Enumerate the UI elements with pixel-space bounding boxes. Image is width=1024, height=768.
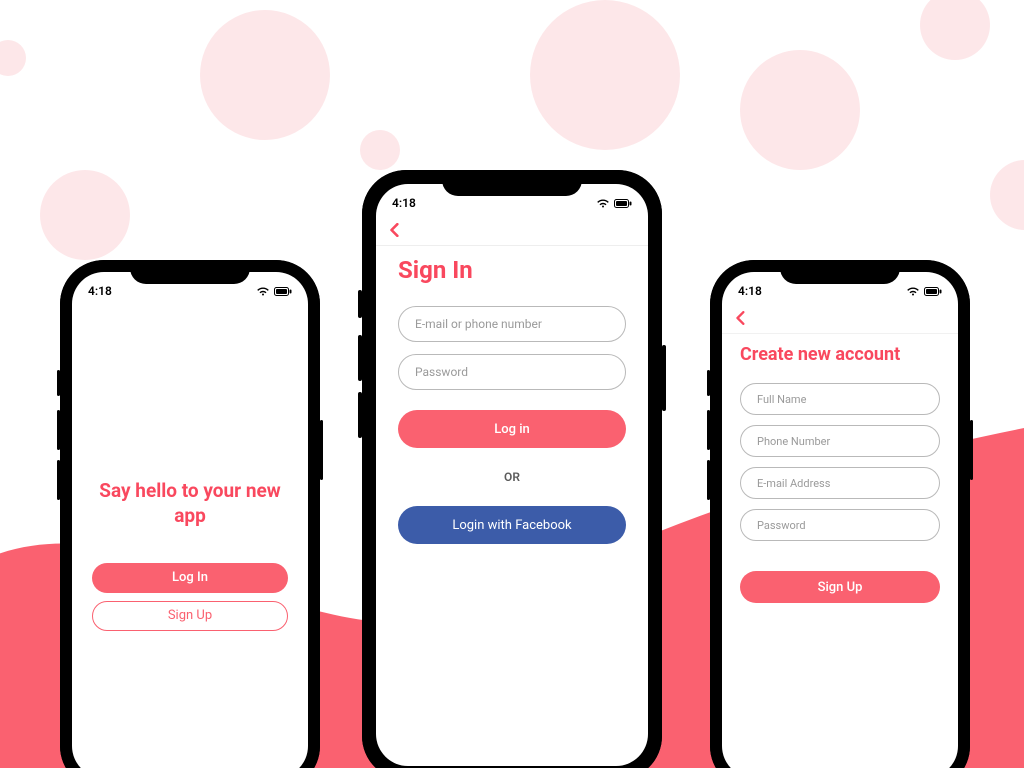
status-time: 4:18 [392, 196, 416, 210]
phone-signup: 4:18 Create new account Full Name Phone … [710, 260, 970, 768]
phone-notch [130, 260, 250, 284]
or-divider: OR [398, 470, 626, 484]
phone-signin: 4:18 Sign In E-mail or phone number Pass… [362, 170, 662, 768]
phone-welcome: 4:18 Say hello to your new app Log In Si… [60, 260, 320, 768]
phone-field[interactable]: Phone Number [740, 425, 940, 457]
welcome-content: Say hello to your new app Log In Sign Up [72, 302, 308, 768]
back-icon[interactable] [388, 223, 402, 237]
email-field[interactable]: E-mail Address [740, 467, 940, 499]
page-title: Create new account [740, 344, 940, 365]
phone-side-button [707, 370, 710, 396]
password-field[interactable]: Password [740, 509, 940, 541]
status-time: 4:18 [88, 284, 112, 298]
phone-side-button [320, 420, 323, 480]
bg-bubble [40, 170, 130, 260]
email-field[interactable]: E-mail or phone number [398, 306, 626, 342]
battery-icon [274, 287, 292, 296]
bg-bubble [200, 10, 330, 140]
status-time: 4:18 [738, 284, 762, 298]
phone-side-button [57, 370, 60, 396]
battery-icon [924, 287, 942, 296]
welcome-headline: Say hello to your new app [92, 479, 288, 528]
status-icons [596, 198, 632, 208]
facebook-login-button[interactable]: Login with Facebook [398, 506, 626, 544]
bg-bubble [990, 160, 1024, 230]
bg-bubble [740, 50, 860, 170]
phone-notch [780, 260, 900, 284]
phone-side-button [707, 410, 710, 450]
nav-bar [376, 214, 648, 246]
signup-button[interactable]: Sign Up [92, 601, 288, 631]
signup-button[interactable]: Sign Up [740, 571, 940, 603]
wifi-icon [256, 286, 270, 296]
bg-bubble [0, 40, 26, 76]
status-icons [906, 286, 942, 296]
phone-side-button [970, 420, 973, 480]
bg-bubble [920, 0, 990, 60]
wifi-icon [596, 198, 610, 208]
nav-bar [722, 302, 958, 334]
wifi-icon [906, 286, 920, 296]
fullname-field[interactable]: Full Name [740, 383, 940, 415]
page-title: Sign In [398, 256, 626, 284]
login-button[interactable]: Log In [92, 563, 288, 593]
signup-content: Create new account Full Name Phone Numbe… [722, 334, 958, 603]
password-field[interactable]: Password [398, 354, 626, 390]
phone-side-button [358, 290, 362, 318]
login-button[interactable]: Log in [398, 410, 626, 448]
phone-side-button [358, 392, 362, 438]
signin-content: Sign In E-mail or phone number Password … [376, 246, 648, 544]
phone-side-button [57, 410, 60, 450]
phone-side-button [707, 460, 710, 500]
bg-bubble [360, 130, 400, 170]
back-icon[interactable] [734, 311, 748, 325]
screen-signup: 4:18 Create new account Full Name Phone … [722, 272, 958, 768]
canvas: 4:18 Say hello to your new app Log In Si… [0, 0, 1024, 768]
phone-side-button [662, 345, 666, 411]
phone-side-button [57, 460, 60, 500]
screen-signin: 4:18 Sign In E-mail or phone number Pass… [376, 184, 648, 766]
phone-notch [442, 170, 582, 196]
status-icons [256, 286, 292, 296]
battery-icon [614, 199, 632, 208]
bg-bubble [530, 0, 680, 150]
screen-welcome: 4:18 Say hello to your new app Log In Si… [72, 272, 308, 768]
phone-side-button [358, 335, 362, 381]
